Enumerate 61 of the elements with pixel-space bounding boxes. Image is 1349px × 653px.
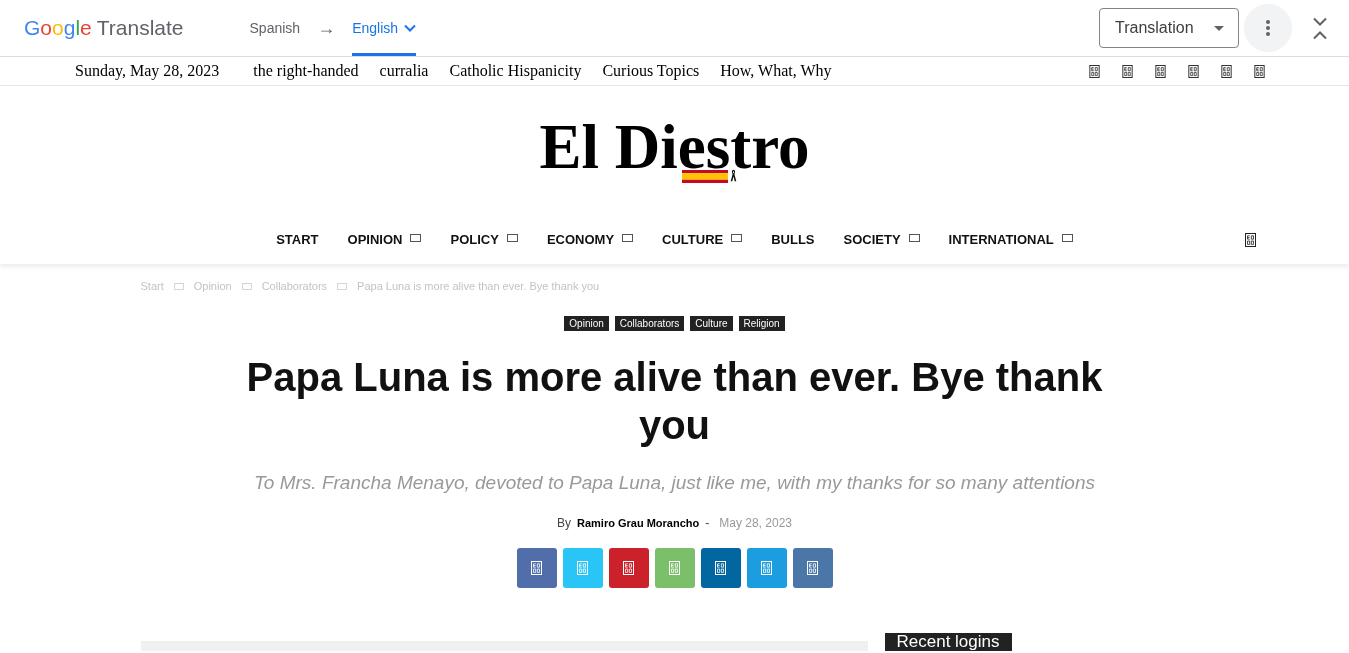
current-date: Sunday, May 28, 2023 bbox=[75, 61, 220, 82]
language-tab[interactable]: Spanish bbox=[249, 0, 301, 56]
collapse-button[interactable] bbox=[1312, 16, 1328, 40]
glyph-box-icon[interactable] bbox=[1122, 64, 1133, 78]
top-link[interactable]: Catholic Hispanicity bbox=[449, 59, 582, 83]
ribbon-icon bbox=[730, 169, 738, 182]
article-subtitle: To Mrs. Francha Menayo, devoted to Papa Luna, just like me, with my thanks for so many attentions bbox=[253, 471, 1096, 495]
category-tag[interactable]: Religion bbox=[738, 316, 785, 331]
author-link[interactable]: Ramiro Grau Morancho bbox=[577, 515, 700, 531]
publish-date: May 28, 2023 bbox=[719, 515, 792, 531]
language-tab[interactable]: English bbox=[352, 0, 417, 56]
nav-link[interactable]: ECONOMY bbox=[546, 230, 634, 250]
separator-box-icon bbox=[173, 282, 184, 290]
category-tag[interactable]: Collaborators bbox=[614, 316, 685, 331]
nav-link[interactable]: CULTURE bbox=[662, 230, 743, 250]
chevron-down-icon bbox=[404, 24, 417, 32]
glyph-box-icon[interactable] bbox=[1254, 64, 1265, 78]
share-button[interactable] bbox=[608, 548, 649, 588]
glyph-box-icon[interactable] bbox=[1221, 64, 1232, 78]
nav-link[interactable]: INTERNATIONAL bbox=[948, 230, 1073, 250]
nav-link[interactable]: SOCIETY bbox=[843, 230, 920, 250]
arrow-text: → bbox=[317, 16, 336, 40]
share-button[interactable] bbox=[700, 548, 741, 588]
glyph-box-icon bbox=[531, 561, 542, 575]
glyph-box-icon bbox=[577, 561, 588, 575]
share-button[interactable] bbox=[746, 548, 787, 588]
separator-box-icon bbox=[241, 282, 252, 290]
glyph-box-icon bbox=[715, 561, 726, 575]
collapse-icon bbox=[1312, 16, 1328, 40]
more-options-icon bbox=[1266, 20, 1270, 36]
glyph-box-icon[interactable] bbox=[1155, 64, 1166, 78]
byline-prefix: By bbox=[557, 515, 571, 531]
nav-link[interactable]: START bbox=[276, 230, 319, 250]
top-link[interactable]: Curious Topics bbox=[602, 59, 700, 83]
top-link[interactable]: How, What, Why bbox=[720, 59, 832, 83]
top-link[interactable]: the right-handed bbox=[253, 59, 359, 83]
sidebar-heading: Recent logins bbox=[884, 633, 1012, 651]
glyph-box-icon[interactable] bbox=[1245, 233, 1256, 247]
nav-link[interactable]: POLICY bbox=[450, 230, 518, 250]
byline-separator: - bbox=[705, 515, 710, 531]
article-title: Papa Luna is more alive than ever. Bye thank you bbox=[245, 354, 1104, 449]
glyph-box-icon[interactable] bbox=[1089, 64, 1100, 78]
top-link[interactable]: curralia bbox=[379, 59, 429, 83]
nav-link[interactable]: BULLS bbox=[771, 230, 815, 250]
mode-select[interactable]: Translation bbox=[1099, 8, 1239, 48]
glyph-box-icon bbox=[623, 561, 634, 575]
nav-link[interactable]: OPINION bbox=[347, 230, 422, 250]
site-logo[interactable]: El Diestro bbox=[539, 116, 810, 179]
glyph-box-icon[interactable] bbox=[1188, 64, 1199, 78]
google-wordmark: Google bbox=[24, 15, 92, 41]
glyph-box-icon bbox=[807, 561, 818, 575]
product-name: Translate bbox=[96, 15, 184, 41]
share-button[interactable] bbox=[516, 548, 557, 588]
glyph-box-icon bbox=[761, 561, 772, 575]
flag-icon bbox=[682, 170, 729, 183]
category-tag[interactable]: Culture bbox=[690, 316, 733, 331]
separator-box-icon bbox=[337, 282, 348, 290]
caret-down-icon bbox=[1214, 25, 1224, 31]
share-button[interactable] bbox=[792, 548, 833, 588]
glyph-box-icon bbox=[669, 561, 680, 575]
category-tag[interactable]: Opinion bbox=[564, 316, 609, 331]
